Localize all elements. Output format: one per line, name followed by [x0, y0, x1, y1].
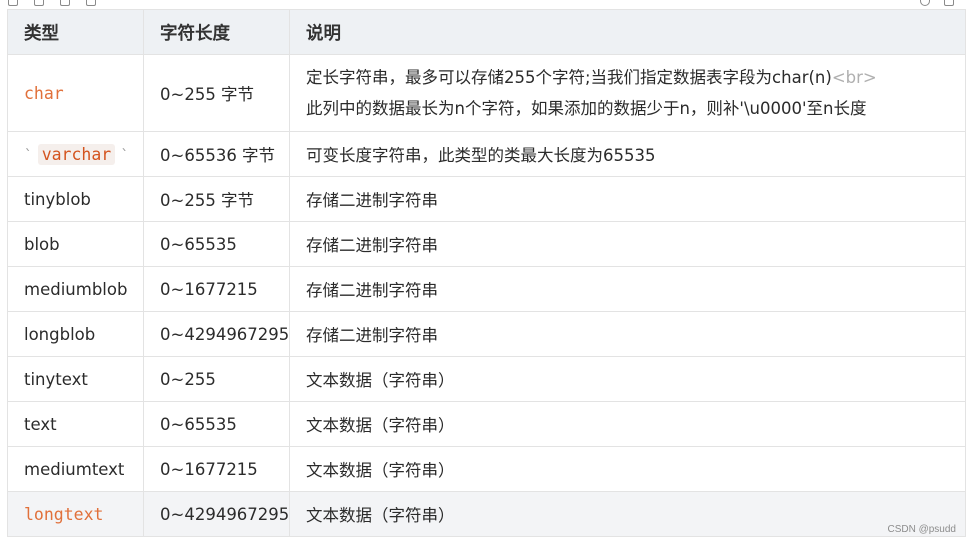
- type-cell: blob: [7, 221, 144, 267]
- header-type: 类型: [7, 9, 144, 55]
- description-cell: 可变长度字符串，此类型的类最大长度为65535: [289, 131, 966, 177]
- description-line: 此列中的数据最长为n个字符，如果添加的数据少于n，则补'\u0000'至n长度: [306, 99, 867, 118]
- description-cell: 存储二进制字符串: [289, 266, 966, 312]
- copy-icon[interactable]: [60, 0, 70, 6]
- menu-icon[interactable]: [944, 0, 954, 6]
- table-row: tinyblob 0~255 字节 存储二进制字符串: [7, 176, 966, 222]
- length-cell: 0~255 字节: [143, 176, 290, 222]
- table-row: mediumtext 0~1677215 文本数据（字符串）: [7, 446, 966, 492]
- length-cell: 0~65536 字节: [143, 131, 290, 177]
- copy-icon[interactable]: [8, 0, 18, 6]
- br-tag: <br>: [831, 68, 877, 87]
- copy-icon[interactable]: [86, 0, 96, 6]
- table-row: char 0~255 字节 定长字符串，最多可以存储255个字符;当我们指定数据…: [7, 54, 966, 132]
- type-cell: longblob: [7, 311, 144, 357]
- length-cell: 0~65535: [143, 401, 290, 447]
- description-cell: 文本数据（字符串）: [289, 491, 966, 537]
- table-row: tinytext 0~255 文本数据（字符串）: [7, 356, 966, 402]
- type-cell: mediumblob: [7, 266, 144, 312]
- table-row: longblob 0~4294967295 存储二进制字符串: [7, 311, 966, 357]
- table-row: longtext 0~4294967295 文本数据（字符串）: [7, 491, 966, 537]
- length-cell: 0~1677215: [143, 446, 290, 492]
- type-cell: text: [7, 401, 144, 447]
- description-cell: 文本数据（字符串）: [289, 446, 966, 492]
- description-cell: 定长字符串，最多可以存储255个字符;当我们指定数据表字段为char(n)<br…: [289, 54, 966, 132]
- length-cell: 0~255 字节: [143, 54, 290, 132]
- description-cell: 存储二进制字符串: [289, 221, 966, 267]
- length-cell: 0~1677215: [143, 266, 290, 312]
- type-code: longtext: [24, 504, 104, 524]
- description-line: 定长字符串，最多可以存储255个字符;当我们指定数据表字段为char(n)<br…: [306, 68, 877, 87]
- type-cell: tinyblob: [7, 176, 144, 222]
- length-cell: 0~4294967295: [143, 311, 290, 357]
- description-cell: 文本数据（字符串）: [289, 401, 966, 447]
- table-header-row: 类型 字符长度 说明: [7, 9, 966, 55]
- length-cell: 0~4294967295: [143, 491, 290, 537]
- copy-icon[interactable]: [34, 0, 44, 6]
- description-cell: 存储二进制字符串: [289, 311, 966, 357]
- table-row: text 0~65535 文本数据（字符串）: [7, 401, 966, 447]
- watermark: CSDN @psudd: [887, 524, 956, 535]
- type-cell: ` varchar `: [7, 131, 144, 177]
- backtick: `: [24, 147, 33, 164]
- type-cell: tinytext: [7, 356, 144, 402]
- type-cell: char: [7, 54, 144, 132]
- string-types-table: 类型 字符长度 说明 char 0~255 字节 定长字符串，最多可以存储255…: [7, 9, 966, 537]
- backtick: `: [120, 147, 129, 164]
- header-length: 字符长度: [143, 9, 290, 55]
- header-description: 说明: [289, 9, 966, 55]
- table-row: ` varchar ` 0~65536 字节 可变长度字符串，此类型的类最大长度…: [7, 131, 966, 177]
- table-row: blob 0~65535 存储二进制字符串: [7, 221, 966, 267]
- length-cell: 0~255: [143, 356, 290, 402]
- description-cell: 文本数据（字符串）: [289, 356, 966, 402]
- search-icon[interactable]: [920, 0, 930, 6]
- type-cell: longtext: [7, 491, 144, 537]
- type-cell: mediumtext: [7, 446, 144, 492]
- length-cell: 0~65535: [143, 221, 290, 267]
- page: 类型 字符长度 说明 char 0~255 字节 定长字符串，最多可以存储255…: [0, 0, 970, 544]
- toolbar-strip: [0, 0, 970, 9]
- type-code: varchar: [37, 143, 116, 165]
- table-row: mediumblob 0~1677215 存储二进制字符串: [7, 266, 966, 312]
- description-cell: 存储二进制字符串: [289, 176, 966, 222]
- type-code: char: [24, 83, 64, 103]
